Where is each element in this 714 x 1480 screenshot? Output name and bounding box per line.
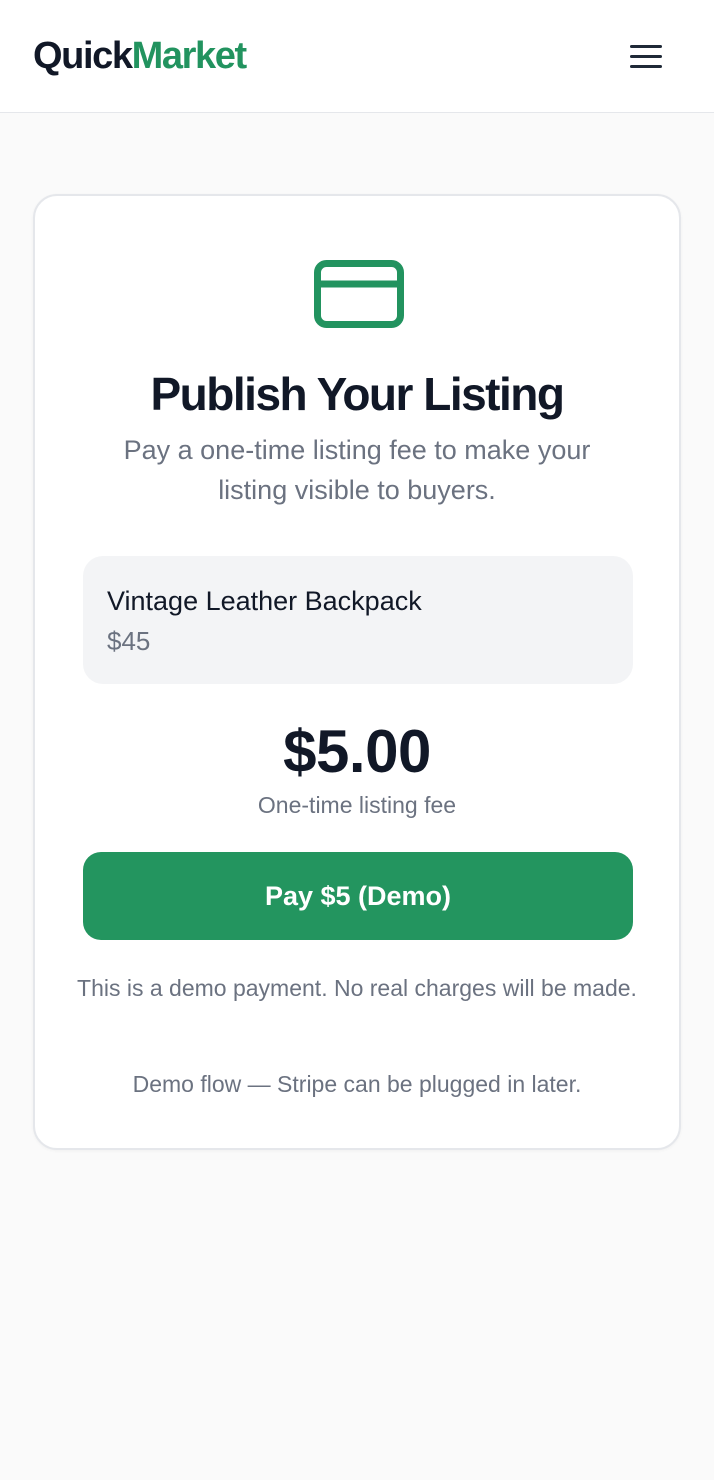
brand-logo-market: Market xyxy=(131,35,248,77)
top-nav-bar: QuickMarket xyxy=(0,0,714,113)
listing-summary: Vintage Leather Backpack $45 xyxy=(83,556,633,684)
hamburger-menu-icon[interactable] xyxy=(622,36,670,76)
brand-logo-quick: Quick xyxy=(33,35,133,77)
fee-caption: One-time listing fee xyxy=(257,792,457,818)
listing-name: Vintage Leather Backpack xyxy=(107,586,422,616)
listing-price: $45 xyxy=(107,626,151,656)
demo-flow-note: Demo flow — Stripe can be plugged in lat… xyxy=(132,1071,582,1097)
fee-amount: $5.00 xyxy=(283,718,431,785)
demo-disclaimer: This is a demo payment. No real charges … xyxy=(77,975,637,1001)
menu-bar-bottom xyxy=(630,64,662,68)
pay-button[interactable]: Pay $5 (Demo) xyxy=(83,852,633,940)
payment-card: Publish Your Listing Pay a one-time list… xyxy=(33,194,681,1150)
page-subtitle: Pay a one-time listing fee to make your … xyxy=(123,435,591,505)
credit-card-icon xyxy=(314,260,404,328)
menu-bar-top xyxy=(630,44,662,48)
brand-logo[interactable]: QuickMarket xyxy=(33,34,248,78)
menu-bar-middle xyxy=(630,54,662,58)
page-title: Publish Your Listing xyxy=(150,368,565,420)
